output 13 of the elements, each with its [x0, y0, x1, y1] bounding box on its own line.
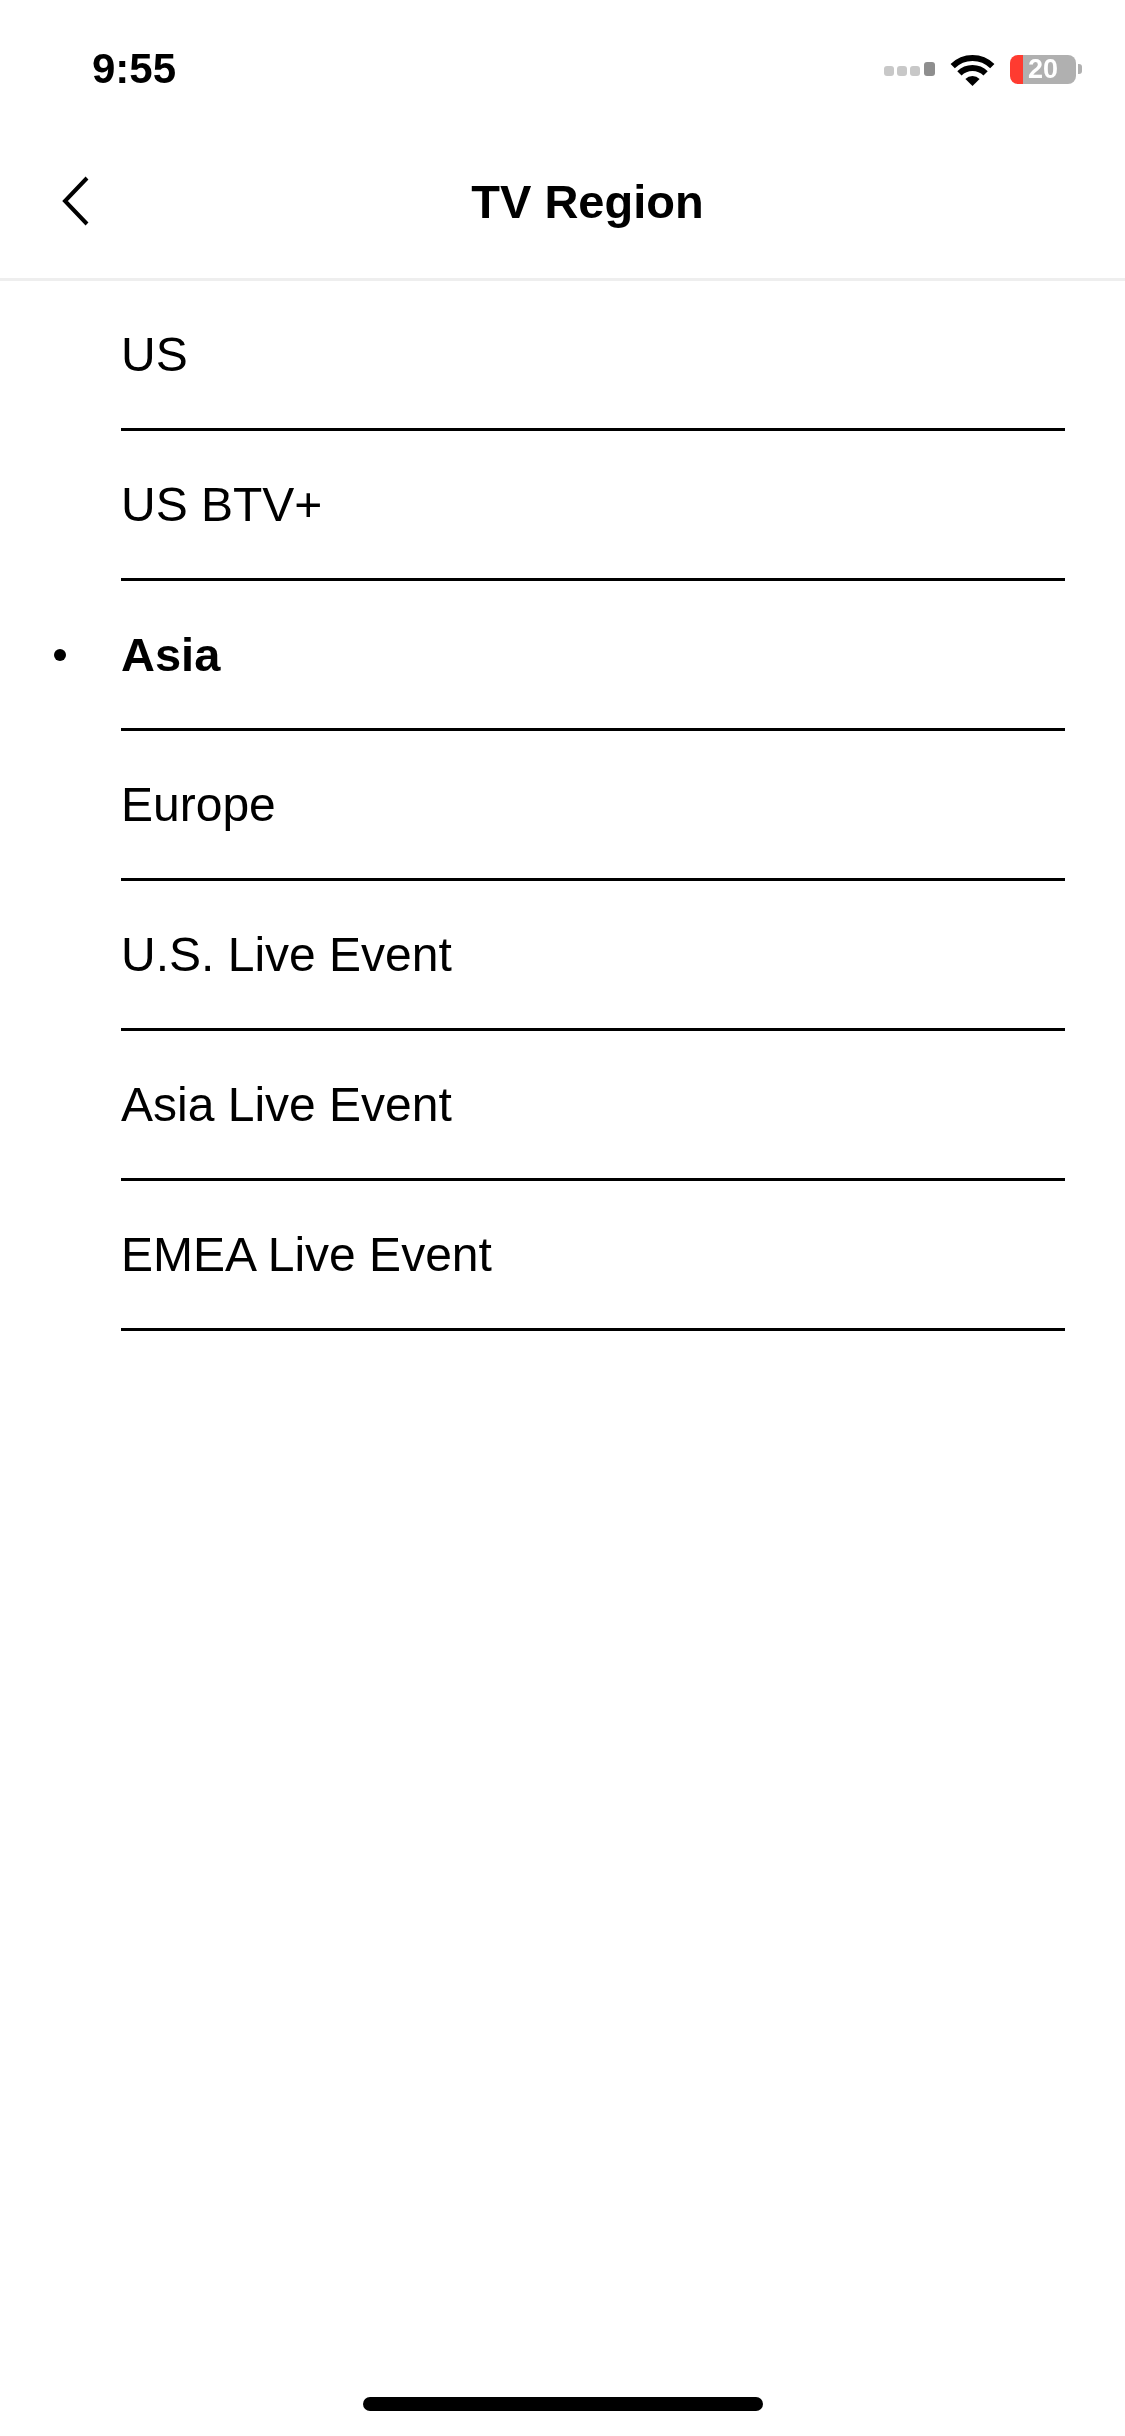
wifi-icon — [950, 52, 995, 86]
signal-icon — [884, 62, 935, 76]
region-option[interactable]: US — [30, 281, 1065, 428]
region-option[interactable]: Europe — [30, 731, 1065, 878]
chevron-left-icon — [60, 175, 90, 227]
status-time: 9:55 — [92, 44, 177, 94]
region-option[interactable]: Asia — [30, 581, 1065, 728]
region-option[interactable]: Asia Live Event — [30, 1031, 1065, 1178]
region-option[interactable]: US BTV+ — [30, 431, 1065, 578]
region-option[interactable]: EMEA Live Event — [30, 1181, 1065, 1328]
page-title: TV Region — [471, 173, 704, 229]
bullet-icon — [54, 648, 66, 661]
region-option[interactable]: U.S. Live Event — [30, 881, 1065, 1028]
